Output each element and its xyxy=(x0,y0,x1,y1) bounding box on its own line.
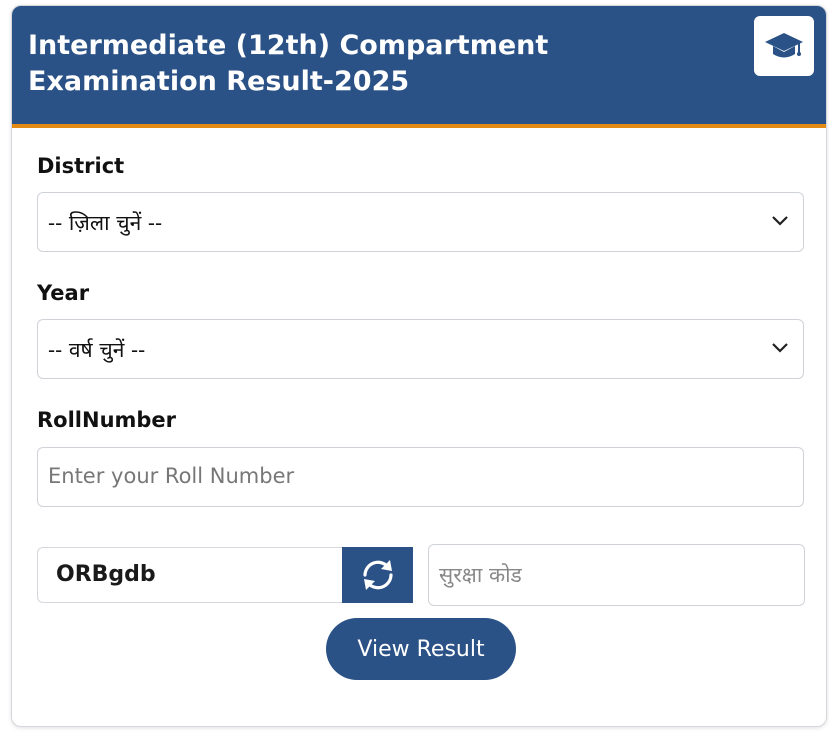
district-select[interactable]: -- ज़िला चुनें -- xyxy=(37,192,804,252)
refresh-icon xyxy=(362,560,393,590)
year-selected-value: -- वर्ष चुनें -- xyxy=(48,338,146,362)
graduation-cap-icon xyxy=(765,33,803,58)
captcha-code: ORBgdb xyxy=(56,562,156,587)
result-form-card: Intermediate (12th) Compartment Examinat… xyxy=(11,5,827,727)
page-title: Intermediate (12th) Compartment Examinat… xyxy=(28,30,549,97)
roll-number-input[interactable]: Enter your Roll Number xyxy=(37,447,804,507)
district-label: District xyxy=(37,154,125,178)
header-icon-container xyxy=(754,16,814,76)
form-header: Intermediate (12th) Compartment Examinat… xyxy=(12,6,826,128)
security-code-placeholder: सुरक्षा कोड xyxy=(439,563,522,587)
year-select[interactable]: -- वर्ष चुनें -- xyxy=(37,319,804,379)
year-label: Year xyxy=(37,281,90,305)
roll-number-label: RollNumber xyxy=(37,408,177,432)
roll-number-placeholder: Enter your Roll Number xyxy=(48,464,295,488)
chevron-down-icon xyxy=(772,343,788,353)
district-selected-value: -- ज़िला चुनें -- xyxy=(48,211,163,235)
security-code-input[interactable]: सुरक्षा कोड xyxy=(428,544,805,606)
chevron-down-icon xyxy=(772,216,788,226)
captcha-refresh-button[interactable] xyxy=(342,547,413,603)
view-result-button[interactable]: View Result xyxy=(326,618,516,680)
